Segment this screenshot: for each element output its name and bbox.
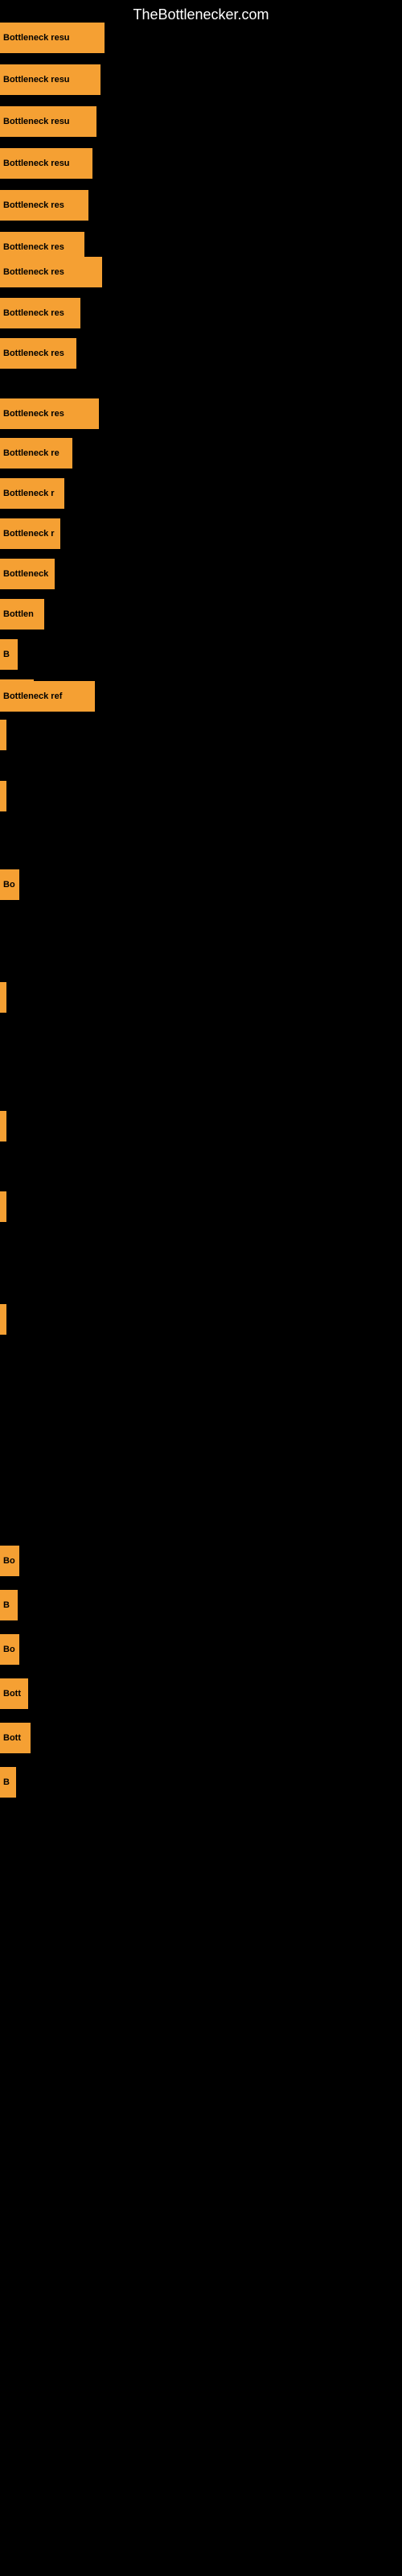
bar-item-27: B	[0, 1590, 18, 1620]
bar-label-30: Bott	[3, 1733, 21, 1743]
bar-label-27: B	[3, 1600, 10, 1610]
bar-item-19	[0, 781, 6, 811]
bar-item-8: Bottleneck res	[0, 298, 80, 328]
bar-item-18	[0, 720, 6, 750]
bar-label-23: Bottleneck ref	[3, 691, 62, 701]
bar-label-7: Bottleneck res	[3, 267, 64, 277]
bar-item-24	[0, 1191, 6, 1222]
bar-label-13: Bottleneck r	[3, 529, 55, 539]
bar-item-13: Bottleneck r	[0, 518, 60, 549]
bar-item-2: Bottleneck resu	[0, 64, 100, 95]
bar-item-23: Bottleneck ref	[0, 681, 95, 712]
bar-label-16: B	[3, 650, 10, 659]
bar-item-28: Bo	[0, 1634, 19, 1665]
bar-item-25	[0, 1304, 6, 1335]
bar-item-4: Bottleneck resu	[0, 148, 92, 179]
bar-item-20: Bo	[0, 869, 19, 900]
bar-label-6: Bottleneck res	[3, 242, 64, 252]
bar-item-7: Bottleneck res	[0, 257, 102, 287]
bar-item-29: Bott	[0, 1678, 28, 1709]
bar-item-10: Bottleneck res	[0, 398, 99, 429]
bar-item-12: Bottleneck r	[0, 478, 64, 509]
bar-item-30: Bott	[0, 1723, 31, 1753]
bar-item-5: Bottleneck res	[0, 190, 88, 221]
bar-label-29: Bott	[3, 1689, 21, 1699]
bar-label-14: Bottleneck	[3, 569, 48, 579]
bar-item-26: Bo	[0, 1546, 19, 1576]
bar-item-22	[0, 1111, 6, 1141]
bar-item-11: Bottleneck re	[0, 438, 72, 469]
bar-item-21	[0, 982, 6, 1013]
bar-item-15: Bottlen	[0, 599, 44, 630]
bar-item-1: Bottleneck resu	[0, 23, 105, 53]
bar-label-15: Bottlen	[3, 609, 34, 619]
bar-label-5: Bottleneck res	[3, 200, 64, 210]
bar-label-8: Bottleneck res	[3, 308, 64, 318]
bar-label-1: Bottleneck resu	[3, 33, 70, 43]
bar-item-9: Bottleneck res	[0, 338, 76, 369]
bar-label-4: Bottleneck resu	[3, 159, 70, 168]
bar-label-26: Bo	[3, 1556, 15, 1566]
bar-label-28: Bo	[3, 1645, 15, 1654]
bar-label-3: Bottleneck resu	[3, 117, 70, 126]
bar-item-3: Bottleneck resu	[0, 106, 96, 137]
bar-label-9: Bottleneck res	[3, 349, 64, 358]
bar-item-14: Bottleneck	[0, 559, 55, 589]
bar-label-31: B	[3, 1777, 10, 1787]
bar-label-12: Bottleneck r	[3, 489, 55, 498]
bar-label-11: Bottleneck re	[3, 448, 59, 458]
bar-item-16: B	[0, 639, 18, 670]
bar-label-2: Bottleneck resu	[3, 75, 70, 85]
bar-item-31: B	[0, 1767, 16, 1798]
bar-label-10: Bottleneck res	[3, 409, 64, 419]
bar-label-20: Bo	[3, 880, 15, 890]
